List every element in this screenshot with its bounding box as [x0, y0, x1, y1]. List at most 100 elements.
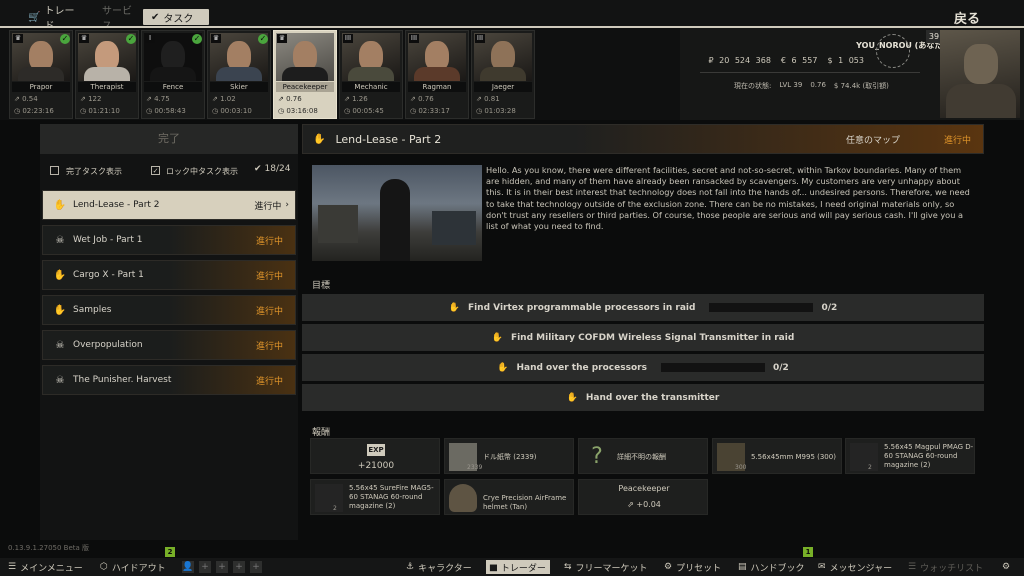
reward-ammo-m995[interactable]: 300 5.56x45mm M995 (300): [712, 438, 842, 474]
reward-airframe[interactable]: Crye Precision AirFrame helmet (Tan): [444, 479, 574, 515]
group-slot-4[interactable]: +: [250, 561, 262, 573]
hideout-button[interactable]: ⬡ ハイドアウト: [100, 560, 166, 574]
handbook-button[interactable]: ▤ ハンドブック: [738, 560, 805, 574]
task-status: 進行中: [254, 201, 282, 212]
objective-handover-processors: ✋ Hand over the processors 0/2: [302, 354, 984, 381]
reward-label: Crye Precision AirFrame helmet (Tan): [483, 494, 567, 511]
check-circle-icon: ✔: [254, 164, 262, 174]
group-slot-1[interactable]: +: [199, 561, 211, 573]
trader-card-therapist[interactable]: ♛ ✓ Therapist ⇗ 122 ◷ 01:21:10: [75, 30, 139, 119]
player-avatar: [940, 30, 1020, 118]
user-icon[interactable]: 👤: [182, 561, 194, 573]
trader-card-prapor[interactable]: ♛ ✓ Prapor ⇗ 0.54 ◷ 02:23:16: [9, 30, 73, 119]
presets-icon: ⚙: [664, 562, 673, 572]
task-item-overpopulation[interactable]: ☠ Overpopulation 進行中: [42, 330, 296, 360]
dollars: $ 1 053: [827, 56, 864, 65]
task-status: 進行中: [255, 236, 283, 247]
trader-card-jaeger[interactable]: III Jaeger ⇗ 0.81 ◷ 01:03:28: [471, 30, 535, 119]
task-item-cargo-x-1[interactable]: ✋ Cargo X - Part 1 進行中: [42, 260, 296, 290]
reward-unknown[interactable]: ? 詳細不明の報酬: [578, 438, 708, 474]
task-filters: 完了タスク表示 ✓ ロック中タスク表示 ✔ 18/24: [40, 160, 298, 180]
quest-header: ✋ Lend-Lease - Part 2 任意のマップ 進行中: [302, 124, 984, 154]
reward-surefire[interactable]: 2 5.56x45 SureFire MAG5-60 STANAG 60-rou…: [310, 479, 440, 515]
check-icon: ✓: [258, 34, 268, 44]
flea-market-icon: ⇆: [564, 562, 572, 572]
trader-card-fence[interactable]: I ✓ Fence ⇗ 4.75 ◷ 00:58:43: [141, 30, 205, 119]
show-locked-checkbox[interactable]: ✓: [151, 166, 160, 175]
completed-tab[interactable]: 完了: [40, 124, 298, 154]
skull-icon: ☠: [55, 234, 65, 246]
task-status: 進行中: [255, 341, 283, 352]
exp-value: +21000: [357, 461, 395, 471]
handbook-notification-badge: 1: [803, 547, 813, 557]
check-icon: ✓: [60, 34, 70, 44]
trader-standing: ⇗ 0.54: [14, 95, 38, 103]
task-item-lend-lease-2[interactable]: ✋ Lend-Lease - Part 2 進行中 ›: [42, 190, 296, 220]
trader-standing: ⇗ 1.26: [344, 95, 368, 103]
bottom-bar: ☰ メインメニュー ⬡ ハイドアウト ⚓ キャラクター ▅ トレーダー ⇆ フリ…: [0, 558, 1024, 576]
task-item-punisher-harvest[interactable]: ☠ The Punisher. Harvest 進行中: [42, 365, 296, 395]
trader-card-mechanic[interactable]: III Mechanic ⇗ 1.26 ◷ 00:05:45: [339, 30, 403, 119]
trader-card-skier[interactable]: ♛ ✓ Skier ⇗ 1.02 ◷ 00:03:10: [207, 30, 271, 119]
task-name: Samples: [73, 305, 112, 315]
trader-standing: ⇗ 4.75: [146, 95, 170, 103]
messenger-icon: ✉: [818, 562, 826, 572]
watchlist-button[interactable]: ☰ ウォッチリスト: [908, 560, 983, 574]
item-count: 300: [735, 464, 747, 471]
messenger-button[interactable]: ✉ メッセンジャー: [818, 560, 892, 574]
skull-icon: ☠: [55, 339, 65, 351]
reward-dollars[interactable]: 2339 ドル紙幣 (2339): [444, 438, 574, 474]
main-menu-button[interactable]: ☰ メインメニュー: [8, 560, 83, 574]
trader-card-ragman[interactable]: III Ragman ⇗ 0.76 ◷ 02:33:17: [405, 30, 469, 119]
group-slot-2[interactable]: +: [216, 561, 228, 573]
emblem-icon: [876, 34, 910, 68]
hideout-notification-badge: 2: [165, 547, 175, 557]
task-item-samples[interactable]: ✋ Samples 進行中: [42, 295, 296, 325]
task-name: Overpopulation: [73, 340, 143, 350]
traders-button[interactable]: ▅ トレーダー: [486, 560, 550, 574]
show-completed-checkbox[interactable]: [50, 166, 59, 175]
trader-strip: ♛ ✓ Prapor ⇗ 0.54 ◷ 02:23:16 ♛ ✓ Therapi…: [0, 28, 1024, 120]
presets-button[interactable]: ⚙ プリセット: [664, 560, 721, 574]
trader-restock-timer: ◷ 02:33:17: [410, 107, 450, 115]
character-button[interactable]: ⚓ キャラクター: [406, 560, 472, 574]
version-label: 0.13.9.1.27050 Beta 版: [8, 544, 90, 552]
hand-icon: ✋: [566, 392, 578, 403]
divider: [700, 72, 920, 73]
show-locked-label: ロック中タスク表示: [166, 167, 238, 176]
tab-tasks[interactable]: ✔ タスク: [143, 9, 209, 25]
group-slot-3[interactable]: +: [233, 561, 245, 573]
hand-icon: ✋: [313, 133, 326, 145]
trader-name: Therapist: [78, 82, 136, 92]
status-label: 現在の状態:: [734, 82, 772, 90]
back-button[interactable]: 戻る: [954, 8, 980, 27]
quest-image: [312, 165, 482, 261]
euros: € 6 557: [780, 56, 818, 65]
trader-card-peacekeeper[interactable]: ♛ Peacekeeper ⇗ 0.76 ◷ 03:16:08: [273, 30, 337, 119]
hand-icon: ✋: [53, 199, 67, 211]
check-icon: ✓: [192, 34, 202, 44]
settings-button[interactable]: ⚙: [1002, 560, 1010, 574]
task-item-wet-job-1[interactable]: ☠ Wet Job - Part 1 進行中: [42, 225, 296, 255]
player-money: ₽ 20 524 368 € 6 557 $ 1 053: [698, 56, 864, 65]
flea-market-button[interactable]: ⇆ フリーマーケット: [564, 560, 648, 574]
task-status: 進行中: [255, 376, 283, 387]
trader-restock-timer: ◷ 03:16:08: [278, 107, 318, 115]
objective-handover-transmitter: ✋ Hand over the transmitter: [302, 384, 984, 411]
task-count: ✔ 18/24: [254, 164, 291, 174]
check-circle-icon: ✔: [151, 11, 160, 23]
hand-icon: ✋: [497, 362, 509, 373]
reward-pmag[interactable]: 2 5.56x45 Magpul PMAG D-60 STANAG 60-rou…: [845, 438, 975, 474]
trader-name: Prapor: [12, 82, 70, 92]
tab-trade[interactable]: 🛒 トレード: [20, 6, 84, 32]
tab-services[interactable]: サービス: [94, 6, 140, 32]
objective-progress-bar: [660, 363, 765, 372]
trader-restock-timer: ◷ 00:05:45: [344, 107, 384, 115]
objective-text: Find Military COFDM Wireless Signal Tran…: [510, 332, 795, 343]
item-count: 2339: [467, 464, 483, 471]
item-count: 2: [868, 464, 872, 471]
trader-restock-timer: ◷ 01:21:10: [80, 107, 120, 115]
traders-icon: ▅: [490, 562, 497, 572]
loyalty-badge: ♛: [13, 34, 23, 43]
skull-icon: ☠: [55, 374, 65, 386]
